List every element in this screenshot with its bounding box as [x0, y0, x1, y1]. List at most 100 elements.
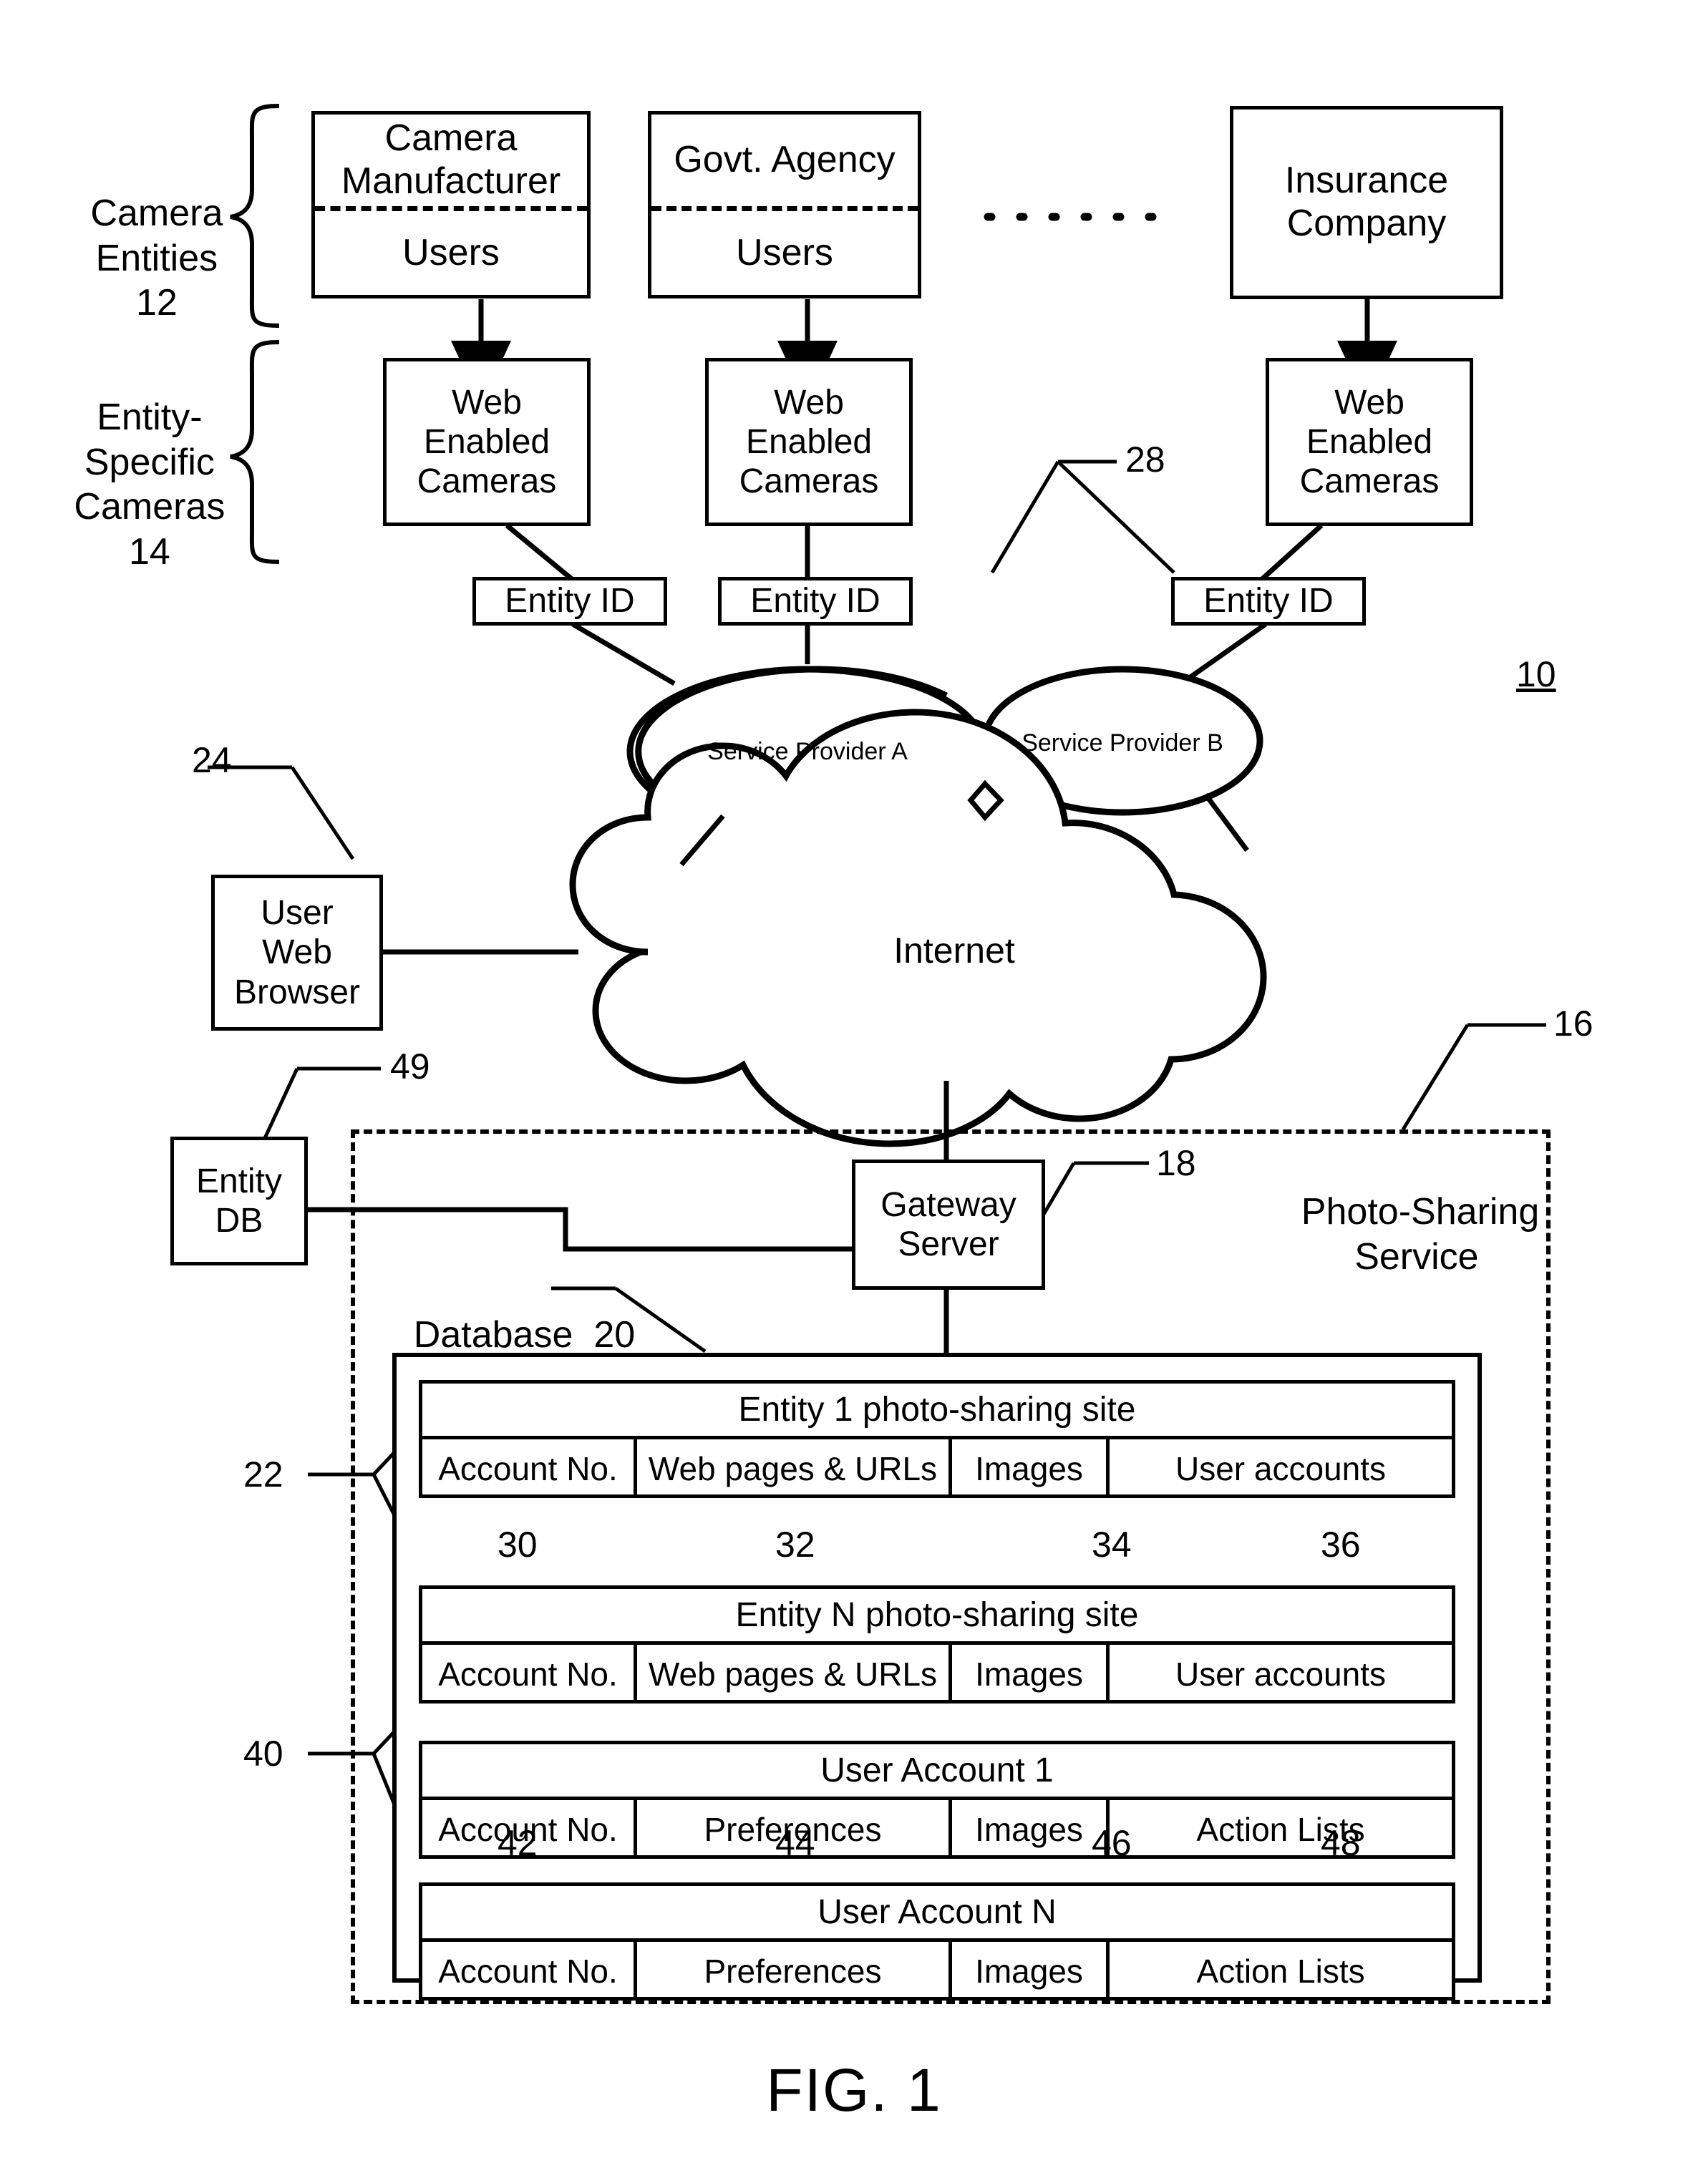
figure-caption: FIG. 1: [766, 2056, 942, 2124]
user-account-n-col-action-lists: Action Lists: [1196, 1953, 1365, 1990]
leader-24: [290, 766, 355, 860]
entity2-name-line1: Insurance: [1284, 160, 1449, 202]
ref-44: 44: [775, 1823, 815, 1863]
camera1-line1: Web: [774, 383, 844, 422]
user-account-1-col-images: Images: [952, 1800, 1110, 1859]
service-provider-a-label: Service Provider A: [707, 738, 908, 765]
entity-id-label-2: Entity ID: [750, 582, 880, 621]
database-label-text: Database: [413, 1314, 573, 1356]
browser-line1: User: [261, 894, 334, 933]
ref-32: 32: [775, 1525, 815, 1565]
leader-49: [263, 1067, 299, 1139]
camera2-line2: Enabled: [1306, 422, 1433, 461]
entity-n-site-title: Entity N photo-sharing site: [422, 1589, 1452, 1645]
gateway-server-box[interactable]: Gateway Server: [852, 1160, 1045, 1290]
entity0-name-line1: Camera: [384, 117, 518, 160]
gateway-line1: Gateway: [880, 1185, 1016, 1224]
leader-28-left: [990, 460, 1060, 574]
entity1-name-line1: Govt.: [674, 139, 763, 181]
entity-n-site-table[interactable]: Entity N photo-sharing site Account No. …: [419, 1585, 1455, 1703]
entity-db-box[interactable]: Entity DB: [170, 1137, 308, 1265]
user-account-n-col-account-no: Account No.: [422, 1942, 637, 2001]
user-account-1-title: User Account 1: [422, 1744, 1452, 1800]
entity-box-camera-manufacturer[interactable]: Camera Manufacturer Users: [311, 111, 591, 298]
user-account-n-table[interactable]: User Account N Account No. Preferences I…: [419, 1882, 1455, 2001]
ref-34: 34: [1092, 1525, 1132, 1565]
ref-28: 28: [1125, 439, 1165, 480]
gateway-line2: Server: [898, 1225, 999, 1263]
browser-line2: Web: [262, 933, 332, 972]
entity-id-box-2[interactable]: Entity ID: [718, 577, 913, 626]
entity-specific-ref: 14: [128, 530, 170, 573]
entity-1-col-user-accounts: User accounts: [1175, 1450, 1386, 1487]
user-account-1-col-action-lists: Action Lists: [1196, 1811, 1365, 1848]
leader-16: [1401, 1024, 1470, 1131]
entity0-name-line2: Manufacturer: [341, 160, 561, 202]
photo-sharing-service-label: Photo-Sharing Service: [1260, 1145, 1539, 1324]
camera-entities-line2: Entities: [95, 237, 218, 279]
entity-1-col-images: Images: [952, 1439, 1110, 1498]
entity-specific-line2: Specific: [84, 441, 215, 483]
entity-n-col-user-accounts: User accounts: [1175, 1656, 1386, 1693]
ref-22: 22: [243, 1454, 283, 1494]
ref-40: 40: [243, 1734, 283, 1774]
ref-24: 24: [192, 740, 232, 780]
oval-junction-marker: [967, 779, 1004, 822]
camera2-line3: Cameras: [1299, 462, 1440, 501]
internet-cloud: [569, 709, 1267, 1147]
web-enabled-cameras-3[interactable]: Web Enabled Cameras: [1266, 358, 1473, 526]
patent-figure-page: Internet Camera Entities 12 Entity- Spec…: [0, 0, 1708, 2158]
ref-48: 48: [1321, 1823, 1361, 1863]
ref-16: 16: [1553, 1003, 1593, 1044]
ref-36: 36: [1321, 1525, 1361, 1565]
ref-10-system: 10: [1516, 654, 1556, 694]
entity-n-col-images: Images: [952, 1645, 1110, 1703]
web-enabled-cameras-2[interactable]: Web Enabled Cameras: [705, 358, 913, 526]
entity-name-govt-agency: Govt. Agency: [651, 115, 918, 206]
ref-18: 18: [1156, 1143, 1196, 1183]
camera1-line2: Enabled: [745, 422, 873, 461]
entity-db-line2: DB: [215, 1202, 263, 1240]
entity1-name-line2: Agency: [771, 139, 896, 181]
web-enabled-cameras-1[interactable]: Web Enabled Cameras: [383, 358, 591, 526]
entity-box-insurance-company[interactable]: Insurance Company: [1230, 106, 1503, 299]
group-label-camera-entities: Camera Entities 12: [29, 147, 243, 370]
service-provider-b-label: Service Provider B: [1022, 729, 1223, 757]
camera-entities-ref: 12: [135, 282, 178, 324]
link-camera1-entityid1: [505, 523, 575, 582]
entity-1-site-table[interactable]: Entity 1 photo-sharing site Account No. …: [419, 1380, 1455, 1498]
entity-box-govt-agency[interactable]: Govt. Agency Users: [648, 111, 921, 298]
entity-id-box-1[interactable]: Entity ID: [472, 577, 667, 626]
camera1-line3: Cameras: [739, 462, 879, 501]
group-label-entity-specific-cameras: Entity- Specific Cameras 14: [14, 351, 243, 618]
ref-49: 49: [390, 1046, 430, 1087]
entity-id-box-3[interactable]: Entity ID: [1171, 577, 1366, 626]
user-account-n-col-preferences: Preferences: [637, 1942, 952, 2001]
entity-1-col-account-no: Account No.: [422, 1439, 637, 1498]
entity-specific-line3: Cameras: [74, 486, 225, 528]
camera0-line3: Cameras: [417, 462, 557, 501]
user-account-1-table[interactable]: User Account 1 Account No. Preferences I…: [419, 1741, 1455, 1859]
entity1-divider: [651, 206, 918, 211]
ref-30: 30: [498, 1525, 538, 1565]
browser-line3: Browser: [233, 973, 361, 1011]
camera2-line1: Web: [1334, 383, 1404, 422]
link-entityid1-sp-a: [571, 621, 676, 686]
link-sp-b-to-internet: [1203, 792, 1249, 852]
ref-42: 42: [498, 1823, 538, 1863]
camera-entities-line1: Camera: [90, 193, 223, 235]
user-web-browser-box[interactable]: User Web Browser: [211, 875, 383, 1031]
photo-sharing-line2: Service: [1354, 1235, 1479, 1278]
entity-1-col-webpages: Web pages & URLs: [637, 1439, 952, 1498]
camera0-line2: Enabled: [423, 422, 550, 461]
entity2-name-line2: Company: [1286, 203, 1447, 244]
entity-n-col-account-no: Account No.: [422, 1645, 637, 1703]
link-camera3-entityid3: [1259, 523, 1324, 582]
link-entityid3-sp-b: [1186, 622, 1268, 681]
entity-id-label-1: Entity ID: [505, 582, 635, 621]
photo-sharing-line1: Photo-Sharing: [1301, 1191, 1540, 1233]
link-sp-a-to-internet: [679, 814, 725, 867]
entity-specific-line1: Entity-: [97, 397, 203, 439]
user-account-n-title: User Account N: [422, 1886, 1452, 1942]
ref-46: 46: [1092, 1823, 1132, 1863]
